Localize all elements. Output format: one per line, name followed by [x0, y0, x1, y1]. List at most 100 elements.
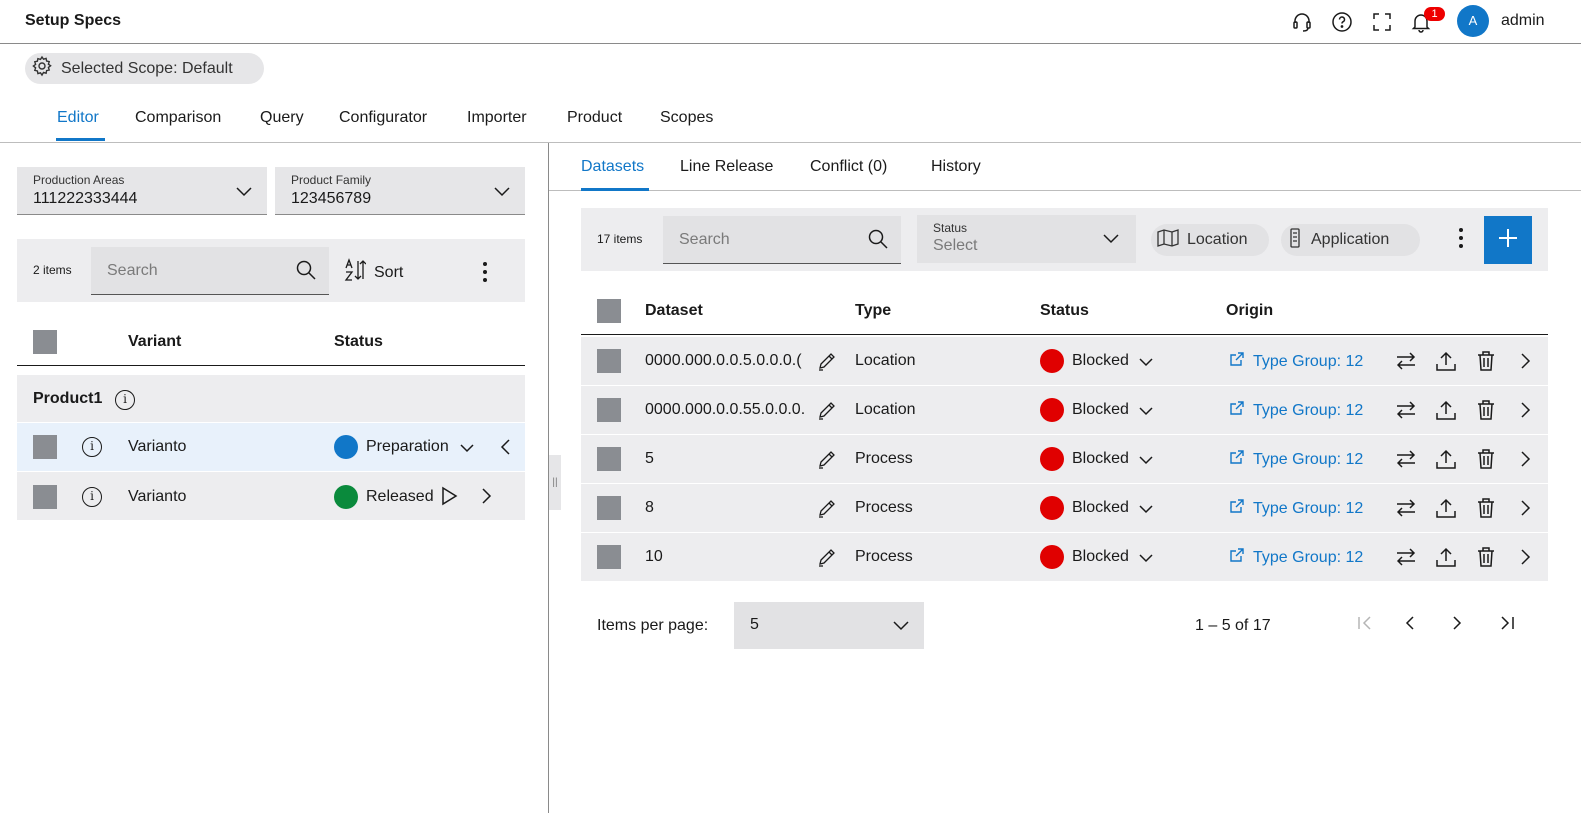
tab-importer[interactable]: Importer: [467, 109, 527, 127]
chevron-down-icon[interactable]: [1138, 452, 1154, 473]
swap-icon[interactable]: [1394, 497, 1418, 524]
sort-button[interactable]: Sort: [344, 258, 403, 287]
edit-pencil-icon[interactable]: [817, 351, 837, 376]
upload-icon[interactable]: [1435, 448, 1457, 475]
fullscreen-icon[interactable]: [1370, 10, 1394, 34]
table-row[interactable]: 8 Process Blocked Type Group: 12: [581, 483, 1548, 532]
origin-link[interactable]: Type Group: 12: [1229, 400, 1363, 421]
swap-icon[interactable]: [1394, 448, 1418, 475]
column-header-type[interactable]: Type: [855, 302, 891, 320]
headset-icon[interactable]: [1290, 10, 1314, 34]
select-all-checkbox[interactable]: [33, 330, 57, 354]
location-filter-chip[interactable]: Location: [1151, 224, 1269, 256]
chevron-right-icon[interactable]: [479, 487, 493, 510]
more-options-icon[interactable]: [1457, 228, 1465, 248]
swap-icon[interactable]: [1394, 399, 1418, 426]
row-checkbox[interactable]: [597, 496, 621, 520]
tab-line-release[interactable]: Line Release: [680, 158, 773, 176]
column-header-dataset[interactable]: Dataset: [645, 302, 703, 320]
table-row[interactable]: 10 Process Blocked Type Group: 12: [581, 532, 1548, 581]
upload-icon[interactable]: [1435, 350, 1457, 377]
chevron-down-icon[interactable]: [1138, 354, 1154, 375]
search-input[interactable]: [679, 216, 846, 263]
swap-icon[interactable]: [1394, 546, 1418, 573]
row-checkbox[interactable]: [597, 398, 621, 422]
edit-pencil-icon[interactable]: [817, 498, 837, 523]
table-row[interactable]: 0000.000.0.0.55.0.0.0. Location Blocked …: [581, 385, 1548, 434]
production-areas-dropdown[interactable]: Production Areas 111222333444: [17, 167, 267, 215]
tab-scopes[interactable]: Scopes: [660, 109, 713, 127]
chevron-right-icon[interactable]: [1518, 499, 1532, 522]
status-filter-dropdown[interactable]: Status Select: [917, 215, 1136, 263]
chevron-right-icon[interactable]: [1518, 352, 1532, 375]
upload-icon[interactable]: [1435, 546, 1457, 573]
table-row[interactable]: i Varianto Released: [17, 471, 525, 520]
chevron-right-icon[interactable]: [1518, 548, 1532, 571]
add-dataset-button[interactable]: [1484, 216, 1532, 264]
chevron-down-icon[interactable]: [459, 440, 475, 461]
edit-pencil-icon[interactable]: [817, 547, 837, 572]
trash-icon[interactable]: [1476, 399, 1496, 426]
table-row[interactable]: i Varianto Preparation: [17, 422, 525, 471]
table-row[interactable]: 0000.000.0.0.5.0.0.0.( Location Blocked …: [581, 336, 1548, 385]
search-icon[interactable]: [867, 228, 889, 255]
search-input[interactable]: [107, 247, 274, 294]
chevron-down-icon[interactable]: [1138, 403, 1154, 424]
trash-icon[interactable]: [1476, 546, 1496, 573]
origin-link[interactable]: Type Group: 12: [1229, 351, 1363, 372]
tab-editor[interactable]: Editor: [57, 109, 99, 127]
items-per-page-dropdown[interactable]: 5: [734, 602, 924, 649]
avatar[interactable]: A: [1457, 5, 1489, 37]
column-header-status[interactable]: Status: [1040, 302, 1089, 320]
search-icon[interactable]: [295, 259, 317, 286]
column-header-status[interactable]: Status: [334, 333, 383, 351]
application-filter-chip[interactable]: Application: [1281, 224, 1420, 256]
product-family-dropdown[interactable]: Product Family 123456789: [275, 167, 525, 215]
origin-link[interactable]: Type Group: 12: [1229, 498, 1363, 519]
info-icon[interactable]: i: [82, 487, 102, 507]
upload-icon[interactable]: [1435, 399, 1457, 426]
origin-link[interactable]: Type Group: 12: [1229, 547, 1363, 568]
tab-query[interactable]: Query: [260, 109, 304, 127]
chevron-left-icon[interactable]: [499, 438, 513, 461]
row-checkbox[interactable]: [597, 545, 621, 569]
last-page-icon[interactable]: [1499, 614, 1517, 637]
help-icon[interactable]: [1330, 10, 1354, 34]
row-checkbox[interactable]: [33, 485, 57, 509]
column-header-origin[interactable]: Origin: [1226, 302, 1273, 320]
row-checkbox[interactable]: [33, 435, 57, 459]
trash-icon[interactable]: [1476, 448, 1496, 475]
tab-product[interactable]: Product: [567, 109, 622, 127]
chevron-right-icon[interactable]: [1518, 450, 1532, 473]
tab-conflict[interactable]: Conflict (0): [810, 158, 887, 176]
select-all-checkbox[interactable]: [597, 299, 621, 323]
next-page-icon[interactable]: [1450, 614, 1464, 637]
info-icon[interactable]: i: [82, 437, 102, 457]
tab-configurator[interactable]: Configurator: [339, 109, 427, 127]
user-name[interactable]: admin: [1501, 12, 1545, 30]
table-row[interactable]: 5 Process Blocked Type Group: 12: [581, 434, 1548, 483]
selected-scope-button[interactable]: Selected Scope: Default: [25, 53, 264, 84]
variant-search-field[interactable]: [91, 247, 329, 295]
info-icon[interactable]: i: [115, 390, 135, 410]
more-options-icon[interactable]: [481, 262, 489, 282]
play-icon[interactable]: [440, 486, 458, 511]
row-checkbox[interactable]: [597, 349, 621, 373]
trash-icon[interactable]: [1476, 497, 1496, 524]
tab-comparison[interactable]: Comparison: [135, 109, 221, 127]
upload-icon[interactable]: [1435, 497, 1457, 524]
swap-icon[interactable]: [1394, 350, 1418, 377]
splitter-handle[interactable]: ||: [549, 455, 561, 510]
chevron-right-icon[interactable]: [1518, 401, 1532, 424]
tab-datasets[interactable]: Datasets: [581, 158, 644, 176]
dataset-search-field[interactable]: [663, 216, 901, 264]
tab-history[interactable]: History: [931, 158, 981, 176]
column-header-variant[interactable]: Variant: [128, 333, 181, 351]
chevron-down-icon[interactable]: [1138, 501, 1154, 522]
trash-icon[interactable]: [1476, 350, 1496, 377]
edit-pencil-icon[interactable]: [817, 449, 837, 474]
chevron-down-icon[interactable]: [1138, 550, 1154, 571]
origin-link[interactable]: Type Group: 12: [1229, 449, 1363, 470]
edit-pencil-icon[interactable]: [817, 400, 837, 425]
row-checkbox[interactable]: [597, 447, 621, 471]
